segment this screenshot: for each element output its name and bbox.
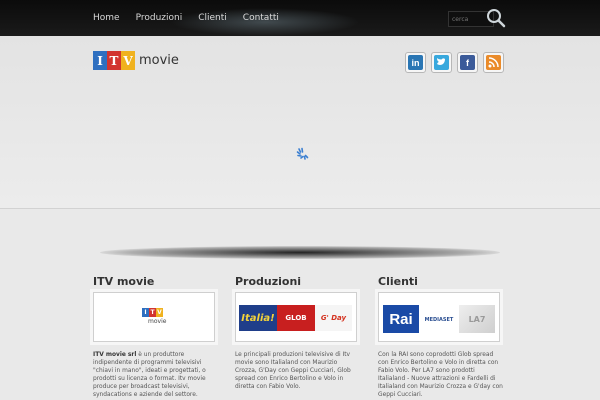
- facebook-icon[interactable]: f: [457, 52, 478, 73]
- mediaset-logo: MEDIASET: [424, 317, 454, 323]
- rai-logo: Rai: [383, 305, 419, 333]
- column-produzioni: Produzioni Italia! GLOB G' Day Le princi…: [235, 275, 360, 390]
- column-text: Le principali produzioni televisive di I…: [235, 352, 351, 390]
- column-title: Clienti: [378, 275, 418, 288]
- thumb-logo-word: movie: [148, 318, 167, 325]
- column-text-lead: ITV movie srl: [93, 352, 137, 358]
- logo-letter-i: I: [93, 51, 107, 70]
- column-title: ITV movie: [93, 275, 155, 288]
- la7-logo: LA7: [459, 305, 495, 333]
- search-icon[interactable]: [486, 8, 506, 28]
- main-nav: Home Produzioni Clienti Contatti: [93, 13, 295, 23]
- itv-logo-thumbnail[interactable]: I T V movie: [93, 292, 215, 342]
- column-title: Produzioni: [235, 275, 302, 288]
- top-navigation-bar: Home Produzioni Clienti Contatti: [0, 0, 600, 36]
- produzioni-thumbnail[interactable]: Italia! GLOB G' Day: [235, 292, 357, 342]
- nav-produzioni[interactable]: Produzioni: [136, 13, 183, 23]
- loading-spinner-icon: [296, 146, 310, 165]
- banner-gday: G' Day: [315, 305, 352, 331]
- rss-icon[interactable]: [483, 52, 504, 73]
- logo-word: movie: [139, 53, 179, 68]
- linkedin-icon[interactable]: in: [405, 52, 426, 73]
- thumb-letter-t: T: [149, 308, 156, 317]
- nav-clienti[interactable]: Clienti: [198, 13, 227, 23]
- logo-letter-v: V: [121, 51, 135, 70]
- thumb-letter-i: I: [142, 308, 149, 317]
- banner-glob: GLOB: [277, 305, 315, 331]
- thumb-letter-v: V: [156, 308, 163, 317]
- slider-shadow: [100, 246, 500, 259]
- column-text-body: è un produttore indipendente di programm…: [93, 352, 206, 398]
- twitter-icon[interactable]: [431, 52, 452, 73]
- banner-italialand: Italia!: [239, 305, 277, 331]
- column-text: Con la RAI sono coprodotti Glob spread c…: [378, 352, 503, 398]
- logo-letter-t: T: [107, 51, 121, 70]
- nav-home[interactable]: Home: [93, 13, 120, 23]
- column-clienti: Clienti Rai MEDIASET LA7 Con la RAI sono…: [378, 275, 503, 398]
- nav-contatti[interactable]: Contatti: [243, 13, 279, 23]
- site-logo[interactable]: I T V movie: [93, 51, 179, 70]
- clienti-thumbnail[interactable]: Rai MEDIASET LA7: [378, 292, 500, 342]
- column-text: ITV movie srl è un produttore indipenden…: [93, 351, 218, 399]
- header-slider-area: [0, 36, 600, 209]
- column-itv-movie: ITV movie I T V movie ITV movie srl è un…: [93, 275, 218, 398]
